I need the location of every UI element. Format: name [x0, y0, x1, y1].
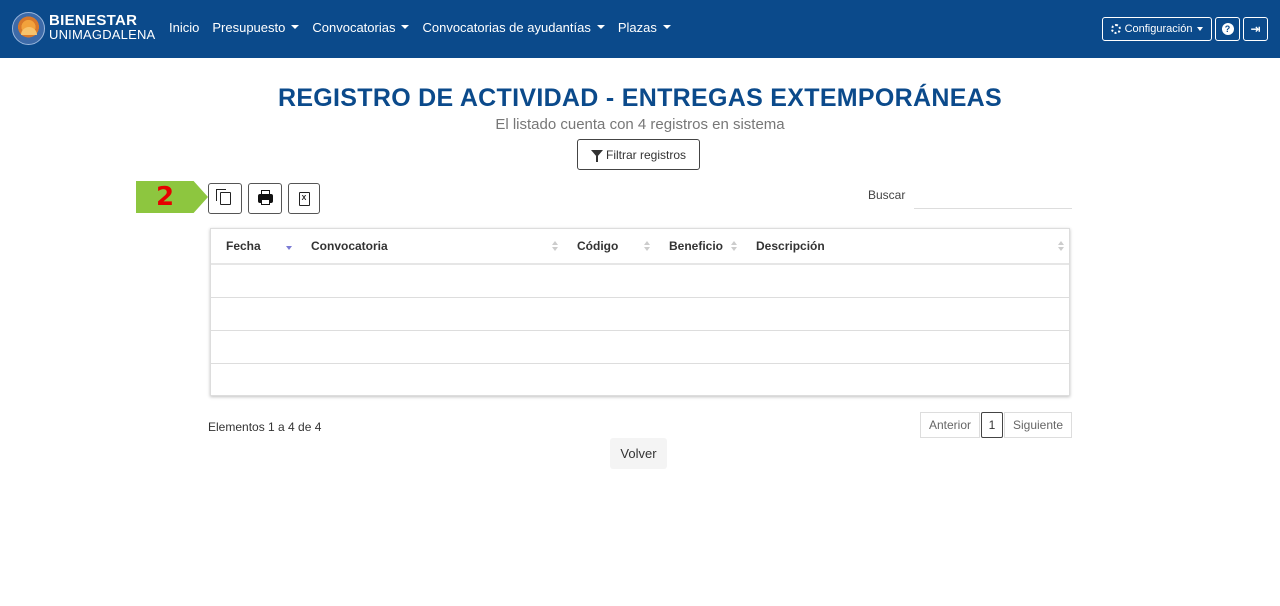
column-header-beneficio[interactable]: Beneficio: [669, 229, 723, 263]
nav-presupuesto[interactable]: Presupuesto: [212, 20, 300, 35]
filter-records-label: Filtrar registros: [605, 147, 686, 162]
print-icon: [257, 190, 273, 205]
question-circle-icon: ?: [1221, 23, 1234, 35]
step-marker-arrow: 2: [136, 181, 208, 213]
column-header-label: Convocatoria: [311, 239, 388, 253]
gear-icon: [1110, 24, 1121, 34]
chevron-down-icon: [401, 25, 410, 29]
column-header-convocatoria[interactable]: Convocatoria: [311, 229, 388, 263]
university-logo-icon: [12, 11, 45, 45]
main-nav: Inicio Presupuesto Convocatorias Convoca…: [169, 20, 684, 35]
chevron-down-icon: [291, 25, 300, 29]
nav-convocatorias-label: Convocatorias: [312, 20, 396, 35]
brand-title: BIENESTAR: [49, 12, 138, 29]
filter-icon: [590, 150, 603, 162]
page-subtitle: El listado cuenta con 4 registros en sis…: [495, 116, 785, 133]
sort-icon: [1058, 241, 1064, 253]
records-table: Fecha Convocatoria Código Beneficio Desc…: [210, 228, 1070, 396]
print-button[interactable]: [248, 183, 282, 214]
excel-glyph-letter: X: [301, 195, 307, 202]
column-header-codigo[interactable]: Código: [577, 229, 618, 263]
pagination: Anterior 1 Siguiente: [920, 412, 1072, 438]
nav-plazas-label: Plazas: [617, 20, 657, 35]
nav-presupuesto-label: Presupuesto: [212, 20, 286, 35]
search-label: Buscar: [868, 188, 906, 202]
table-header: Fecha Convocatoria Código Beneficio Desc…: [211, 229, 1069, 265]
chevron-down-icon: [1197, 27, 1204, 31]
table-row[interactable]: [211, 298, 1069, 331]
step-number: 2: [156, 182, 175, 212]
pagination-page-1[interactable]: 1: [981, 412, 1003, 438]
column-header-label: Descripción: [756, 239, 825, 253]
top-navbar: BIENESTAR UNIMAGDALENA Inicio Presupuest…: [0, 0, 1280, 58]
sign-out-icon: ⇥: [1250, 22, 1261, 36]
page-title: REGISTRO DE ACTIVIDAD - ENTREGAS EXTEMPO…: [277, 84, 1003, 112]
sort-desc-icon: [286, 241, 292, 253]
nav-right-actions: Configuración ? ⇥: [1099, 17, 1268, 41]
chevron-down-icon: [662, 25, 671, 29]
sort-icon: [644, 241, 650, 253]
table-row[interactable]: [211, 364, 1069, 397]
configuration-label: Configuración: [1124, 23, 1193, 35]
filter-records-button[interactable]: Filtrar registros: [577, 139, 700, 170]
brand-text: BIENESTAR UNIMAGDALENA: [49, 12, 156, 42]
sort-icon: [552, 241, 558, 253]
nav-plazas[interactable]: Plazas: [618, 20, 671, 35]
brand-link[interactable]: BIENESTAR UNIMAGDALENA: [12, 9, 155, 47]
table-row[interactable]: [211, 265, 1069, 298]
back-button[interactable]: Volver: [610, 438, 667, 469]
brand-subtitle: UNIMAGDALENA: [49, 27, 156, 42]
pagination-next[interactable]: Siguiente: [1004, 412, 1072, 438]
copy-icon: [215, 189, 231, 205]
nav-convocatorias-ayudantias-label: Convocatorias de ayudantías: [422, 20, 591, 35]
nav-inicio[interactable]: Inicio: [169, 20, 199, 35]
column-header-label: Fecha: [226, 239, 261, 253]
pagination-previous[interactable]: Anterior: [920, 412, 980, 438]
column-header-label: Código: [577, 239, 619, 253]
column-header-descripcion[interactable]: Descripción: [756, 229, 825, 263]
excel-icon: X: [298, 191, 310, 206]
column-header-fecha[interactable]: Fecha: [226, 229, 261, 263]
table-row[interactable]: [211, 331, 1069, 364]
sort-icon: [731, 241, 737, 253]
logout-button[interactable]: ⇥: [1243, 17, 1268, 41]
chevron-down-icon: [596, 25, 605, 29]
table-info: Elementos 1 a 4 de 4: [208, 420, 322, 434]
search-input[interactable]: [914, 184, 1072, 209]
column-header-label: Beneficio: [669, 239, 724, 253]
nav-inicio-label: Inicio: [169, 20, 200, 35]
copy-button[interactable]: [208, 183, 242, 214]
excel-export-button[interactable]: X: [288, 183, 320, 214]
configuration-button[interactable]: Configuración: [1102, 17, 1212, 41]
nav-convocatorias-ayudantias[interactable]: Convocatorias de ayudantías: [422, 20, 605, 35]
help-button[interactable]: ?: [1215, 17, 1240, 41]
nav-convocatorias[interactable]: Convocatorias: [312, 20, 410, 35]
